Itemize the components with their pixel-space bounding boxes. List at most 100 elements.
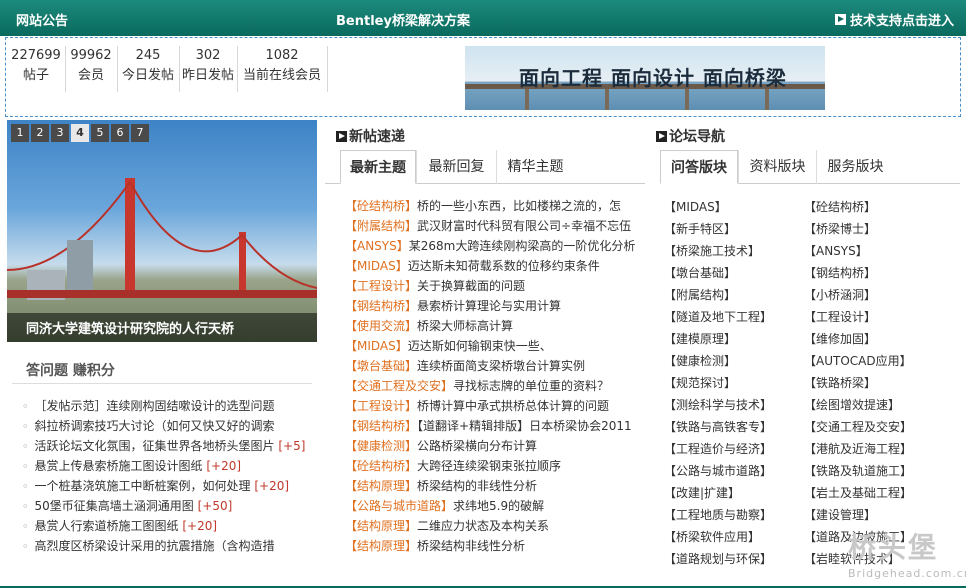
- post-title[interactable]: 【道翻译+精辑排版】日本桥梁协会2011: [417, 419, 632, 433]
- post-title[interactable]: 桥的一些小东西，比如楼梯之流的，怎: [417, 199, 621, 213]
- forum-board-link[interactable]: 【AUTOCAD应用】: [804, 350, 912, 372]
- post-item[interactable]: 【工程设计】桥博计算中承式拱桥总体计算的问题: [345, 396, 645, 416]
- post-title[interactable]: 求纬地5.9的破解: [453, 499, 544, 513]
- post-item[interactable]: 【交通工程及交安】寻找标志牌的单位重的资料？: [345, 376, 645, 396]
- tech-support-link[interactable]: 技术支持点击进入: [834, 10, 954, 29]
- post-item[interactable]: 【ANSYS】某268m大跨连续刚构梁高的一阶优化分析: [345, 236, 645, 256]
- post-category[interactable]: 【MIDAS】: [345, 339, 408, 353]
- post-category[interactable]: 【附属结构】: [345, 219, 417, 233]
- qa-item[interactable]: 活跃论坛文化氛围，征集世界各地桥头堡图片 [+5]: [22, 436, 322, 456]
- qa-item[interactable]: 斜拉桥调索技巧大讨论（如何又快又好的调索: [22, 416, 322, 436]
- qa-item[interactable]: 悬赏上传悬索桥施工图设计图纸 [+20]: [22, 456, 322, 476]
- forum-board-link[interactable]: 【铁路与高铁客专】: [664, 416, 772, 438]
- post-category[interactable]: 【钢结构桥】: [345, 299, 417, 313]
- post-item[interactable]: 【墩台基础】连续桥面简支梁桥墩台计算实例: [345, 356, 645, 376]
- post-title[interactable]: 二维应力状态及本构关系: [417, 519, 549, 533]
- forum-board-link[interactable]: 【桥梁施工技术】: [664, 240, 772, 262]
- forum-board-link[interactable]: 【MIDAS】: [664, 196, 772, 218]
- post-category[interactable]: 【砼结构桥】: [345, 459, 417, 473]
- post-title[interactable]: 关于换算截面的问题: [417, 279, 525, 293]
- qa-item[interactable]: 高烈度区桥梁设计采用的抗震措施（含构造措: [22, 536, 322, 556]
- post-title[interactable]: 桥梁结构非线性分析: [417, 539, 525, 553]
- post-category[interactable]: 【ANSYS】: [345, 239, 409, 253]
- forum-board-link[interactable]: 【砼结构桥】: [804, 196, 912, 218]
- forum-board-link[interactable]: 【桥梁软件应用】: [664, 526, 772, 548]
- tab-latest-replies[interactable]: 最新回复: [416, 150, 496, 184]
- post-category[interactable]: 【工程设计】: [345, 279, 417, 293]
- forum-board-link[interactable]: 【绘图增效提速】: [804, 394, 912, 416]
- forum-board-link[interactable]: 【公路与城市道路】: [664, 460, 772, 482]
- forum-board-link[interactable]: 【隧道及地下工程】: [664, 306, 772, 328]
- forum-board-link[interactable]: 【墩台基础】: [664, 262, 772, 284]
- post-title[interactable]: 桥梁大师标高计算: [417, 319, 513, 333]
- forum-board-link[interactable]: 【规范探讨】: [664, 372, 772, 394]
- qa-item[interactable]: 50堡币征集高墙土涵洞通用图 [+50]: [22, 496, 322, 516]
- post-title[interactable]: 桥梁结构的非线性分析: [417, 479, 537, 493]
- forum-board-link[interactable]: 【健康检测】: [664, 350, 772, 372]
- tab-latest-topics[interactable]: 最新主题: [340, 150, 416, 184]
- qa-item[interactable]: ［发帖示范］连续刚构固结嗽设计的选型问题: [22, 396, 322, 416]
- forum-board-link[interactable]: 【ANSYS】: [804, 240, 912, 262]
- post-item[interactable]: 【结构原理】桥梁结构的非线性分析: [345, 476, 645, 496]
- post-item[interactable]: 【钢结构桥】【道翻译+精辑排版】日本桥梁协会2011: [345, 416, 645, 436]
- post-item[interactable]: 【砼结构桥】大跨径连续梁钢束张拉顺序: [345, 456, 645, 476]
- solution-title[interactable]: Bentley桥梁解决方案: [336, 10, 470, 29]
- post-item[interactable]: 【MIDAS】迈达斯如何输钢束快一些、: [345, 336, 645, 356]
- slideshow[interactable]: 1 2 3 4 5 6 7 同济大学建筑设计研究院的人行天桥: [7, 120, 317, 342]
- post-title[interactable]: 迈达斯如何输钢束快一些、: [408, 339, 552, 353]
- post-title[interactable]: 大跨径连续梁钢束张拉顺序: [417, 459, 561, 473]
- promo-banner[interactable]: 面向工程 面向设计 面向桥梁: [465, 46, 825, 110]
- post-title[interactable]: 桥博计算中承式拱桥总体计算的问题: [417, 399, 609, 413]
- slide-caption[interactable]: 同济大学建筑设计研究院的人行天桥: [7, 313, 317, 342]
- forum-board-link[interactable]: 【工程造价与经济】: [664, 438, 772, 460]
- post-category[interactable]: 【砼结构桥】: [345, 199, 417, 213]
- forum-board-link[interactable]: 【工程地质与勘察】: [664, 504, 772, 526]
- post-item[interactable]: 【钢结构桥】悬索桥计算理论与实用计算: [345, 296, 645, 316]
- forum-board-link[interactable]: 【建模原理】: [664, 328, 772, 350]
- post-category[interactable]: 【健康检测】: [345, 439, 417, 453]
- forum-board-link[interactable]: 【铁路及轨道施工】: [804, 460, 912, 482]
- forum-board-link[interactable]: 【桥梁博士】: [804, 218, 912, 240]
- forum-board-link[interactable]: 【岩土及基础工程】: [804, 482, 912, 504]
- forum-board-link[interactable]: 【维修加固】: [804, 328, 912, 350]
- post-category[interactable]: 【钢结构桥】: [345, 419, 417, 433]
- forum-board-link[interactable]: 【建设管理】: [804, 504, 912, 526]
- post-category[interactable]: 【MIDAS】: [345, 259, 408, 273]
- post-item[interactable]: 【附属结构】武汉财富时代科贸有限公司÷幸福不忘伍: [345, 216, 645, 236]
- qa-item[interactable]: 悬赏人行索道桥施工图图纸 [+20]: [22, 516, 322, 536]
- post-item[interactable]: 【结构原理】桥梁结构非线性分析: [345, 536, 645, 556]
- post-category[interactable]: 【公路与城市道路】: [345, 499, 453, 513]
- post-title[interactable]: 武汉财富时代科贸有限公司÷幸福不忘伍: [417, 219, 631, 233]
- tab-resource-boards[interactable]: 资料版块: [738, 150, 816, 184]
- post-category[interactable]: 【结构原理】: [345, 519, 417, 533]
- forum-board-link[interactable]: 【交通工程及交安】: [804, 416, 912, 438]
- post-title[interactable]: 寻找标志牌的单位重的资料？: [453, 379, 609, 393]
- post-title[interactable]: 悬索桥计算理论与实用计算: [417, 299, 561, 313]
- post-category[interactable]: 【墩台基础】: [345, 359, 417, 373]
- post-item[interactable]: 【健康检测】公路桥梁横向分布计算: [345, 436, 645, 456]
- forum-board-link[interactable]: 【工程设计】: [804, 306, 912, 328]
- post-item[interactable]: 【砼结构桥】桥的一些小东西，比如楼梯之流的，怎: [345, 196, 645, 216]
- forum-board-link[interactable]: 【港航及近海工程】: [804, 438, 912, 460]
- forum-board-link[interactable]: 【铁路桥梁】: [804, 372, 912, 394]
- post-item[interactable]: 【公路与城市道路】求纬地5.9的破解: [345, 496, 645, 516]
- post-item[interactable]: 【工程设计】关于换算截面的问题: [345, 276, 645, 296]
- tab-service-boards[interactable]: 服务版块: [816, 150, 894, 184]
- post-category[interactable]: 【结构原理】: [345, 479, 417, 493]
- post-item[interactable]: 【MIDAS】迈达斯未知荷载系数的位移约束条件: [345, 256, 645, 276]
- forum-board-link[interactable]: 【钢结构桥】: [804, 262, 912, 284]
- post-category[interactable]: 【使用交流】: [345, 319, 417, 333]
- tab-qa-boards[interactable]: 问答版块: [660, 150, 738, 184]
- post-item[interactable]: 【结构原理】二维应力状态及本构关系: [345, 516, 645, 536]
- post-category[interactable]: 【交通工程及交安】: [345, 379, 453, 393]
- post-category[interactable]: 【结构原理】: [345, 539, 417, 553]
- post-title[interactable]: 连续桥面简支梁桥墩台计算实例: [417, 359, 585, 373]
- post-title[interactable]: 公路桥梁横向分布计算: [417, 439, 537, 453]
- forum-board-link[interactable]: 【改建|扩建】: [664, 482, 772, 504]
- post-category[interactable]: 【工程设计】: [345, 399, 417, 413]
- forum-board-link[interactable]: 【新手特区】: [664, 218, 772, 240]
- site-notice-label[interactable]: 网站公告: [16, 10, 68, 29]
- qa-item[interactable]: 一个桩基浇筑施工中断桩案例，如何处理 [+20]: [22, 476, 322, 496]
- forum-board-link[interactable]: 【附属结构】: [664, 284, 772, 306]
- post-title[interactable]: 某268m大跨连续刚构梁高的一阶优化分析: [409, 239, 636, 253]
